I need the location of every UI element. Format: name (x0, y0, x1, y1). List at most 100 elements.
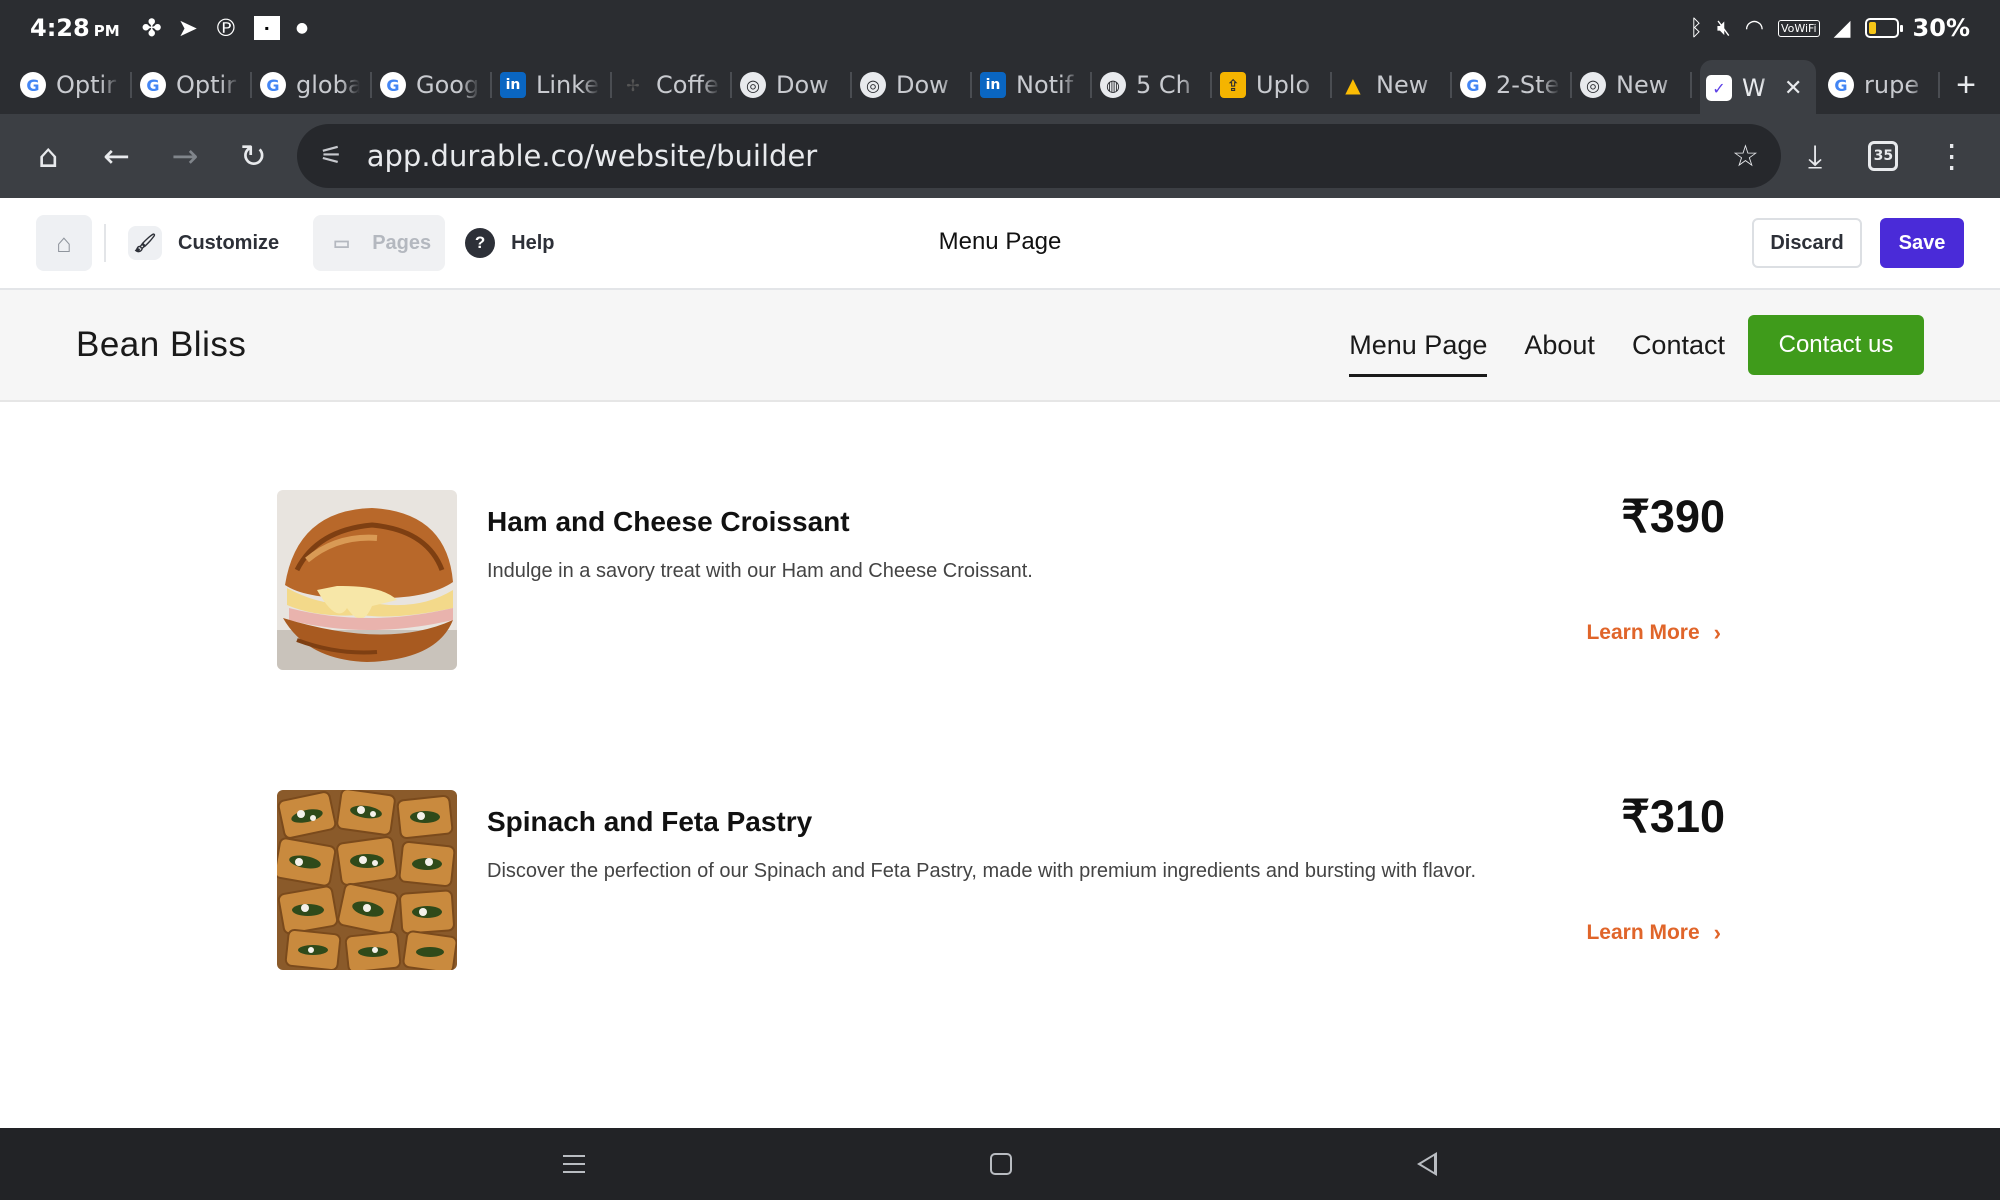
bluetooth-icon: ᛒ (1689, 15, 1703, 41)
site-settings-icon[interactable]: ⚟ (319, 141, 342, 171)
tab-switcher-button[interactable]: 35 (1849, 120, 1917, 192)
help-icon: ? (465, 228, 496, 258)
browser-tab[interactable]: ⇪ Uplo (1214, 60, 1334, 110)
menu-item-description: Indulge in a savory treat with our Ham a… (487, 560, 1033, 582)
tab-title: Notif (1016, 71, 1074, 99)
browser-tab[interactable]: ✢ Coffe (614, 60, 734, 110)
tab-title: Dow (896, 71, 949, 99)
linkedin-icon: in (980, 72, 1006, 98)
browser-tab[interactable]: ◎ New (1574, 60, 1694, 110)
recent-apps-icon[interactable] (562, 1155, 585, 1173)
browser-tab[interactable]: G Optir (14, 60, 134, 110)
customize-label: Customize (178, 231, 280, 254)
google-icon: G (260, 72, 286, 98)
site-nav: Menu Page About Contact (1349, 320, 1725, 377)
nav-link-menu-page[interactable]: Menu Page (1349, 320, 1488, 377)
back-button[interactable]: ← (82, 120, 150, 192)
nav-link-contact[interactable]: Contact (1632, 320, 1725, 371)
menu-item-description: Discover the perfection of our Spinach a… (487, 860, 1477, 882)
browser-tab[interactable]: ◍ 5 Ch (1094, 60, 1214, 110)
browser-tab[interactable]: G Goog (374, 60, 494, 110)
menu-item: Spinach and Feta Pastry Discover the per… (277, 790, 1725, 970)
help-button[interactable]: ? Help (465, 215, 568, 271)
pinterest-icon: ℗ (213, 14, 238, 42)
page-title: Menu Page (938, 228, 1062, 255)
builder-home-button[interactable]: ⌂ (36, 215, 92, 271)
google-icon: G (380, 72, 406, 98)
browser-tab[interactable]: Grupe (1822, 60, 1942, 110)
menu-item-name: Spinach and Feta Pastry (487, 806, 813, 837)
home-button[interactable]: ⌂ (14, 120, 82, 192)
telegram-icon: ➤ (177, 14, 198, 42)
address-bar[interactable]: ⚟ app.durable.co/website/builder ☆ (297, 124, 1781, 188)
home-icon: ⌂ (38, 137, 59, 175)
browser-tab[interactable]: Ggloba (254, 60, 374, 110)
overflow-menu-button[interactable]: ⋮ (1918, 120, 1986, 192)
chevron-right-icon: › (1713, 920, 1721, 945)
status-time: 4:28 PM (30, 14, 120, 42)
download-button[interactable]: ⤓ (1781, 120, 1849, 192)
menu-item-price: ₹310 (1621, 791, 1725, 842)
mute-icon: 🔇︎ (1716, 15, 1731, 41)
system-home-icon[interactable] (989, 1153, 1012, 1175)
app-notification-icon: ▪ (253, 16, 280, 40)
tab-title: Coffe (656, 71, 719, 99)
customize-button[interactable]: 🖌︎ Customize (128, 215, 293, 271)
more-notifications-dot: ● (295, 20, 309, 36)
chrome-icon: ◎ (740, 72, 766, 98)
close-tab-icon[interactable]: ✕ (1784, 76, 1802, 101)
browser-tab[interactable]: in Notif (974, 60, 1094, 110)
tab-title: Dow (776, 71, 829, 99)
coffee-icon: ✢ (626, 75, 640, 95)
menu-item-price: ₹390 (1621, 491, 1725, 542)
browser-tab[interactable]: ◎ Dow (854, 60, 974, 110)
wifi-icon: ◠ (1744, 15, 1764, 41)
tab-title: globa (296, 71, 360, 99)
nav-link-about[interactable]: About (1524, 320, 1595, 371)
learn-more-link[interactable]: Learn More › (1586, 920, 1721, 946)
forward-button[interactable]: → (151, 120, 219, 192)
pages-button[interactable]: ▭ Pages (313, 215, 446, 271)
builder-bar: ⌂ 🖌︎ Customize ▭ Pages ? Help Menu Page … (0, 198, 2000, 290)
tab-strip: G Optir G Optir Ggloba G Goog in Linke ✢ Coffe ◎ Dow… (0, 56, 2000, 116)
chrome-icon: ◎ (860, 72, 886, 98)
learn-more-link[interactable]: Learn More › (1586, 620, 1721, 646)
learn-more-label: Learn More (1586, 621, 1700, 644)
browser-tab[interactable]: G 2-Ste (1454, 60, 1574, 110)
discard-button[interactable]: Discard (1752, 218, 1862, 268)
system-back-icon[interactable] (1417, 1152, 1438, 1176)
more-vert-icon: ⋮ (1935, 137, 1968, 175)
site-brand[interactable]: Bean Bliss (76, 325, 246, 365)
tab-title: 2-Ste (1496, 71, 1560, 99)
tab-title: Goog (416, 71, 480, 99)
status-bar: 4:28 PM ✤ ➤ ℗ ▪ ● ᛒ 🔇︎ ◠ VoWiFi ◢ 30% (0, 0, 2000, 56)
browser-tab[interactable]: G Optir (134, 60, 254, 110)
forward-arrow-icon: → (171, 137, 199, 175)
chrome-icon: ◎ (1580, 72, 1606, 98)
new-tab-button[interactable]: + (1956, 66, 1976, 105)
divider (104, 224, 106, 262)
reload-button[interactable]: ↻ (219, 120, 287, 192)
site-header: Bean Bliss Menu Page About Contact Conta… (0, 290, 2000, 402)
contact-us-button[interactable]: Contact us (1748, 315, 1924, 375)
url-text[interactable]: app.durable.co/website/builder (367, 139, 1732, 173)
browser-tab[interactable]: ▲ New (1334, 60, 1454, 110)
tab-title: New (1376, 71, 1429, 99)
durable-icon: ✓ (1706, 75, 1732, 101)
pages-label: Pages (372, 231, 432, 254)
croissant-photo (277, 490, 457, 670)
help-label: Help (511, 231, 555, 254)
pages-icon: ▭ (333, 232, 351, 253)
fan-icon: ✤ (141, 14, 162, 42)
tab-title: W (1742, 74, 1766, 102)
browser-tab[interactable]: ✓ W ✕ (1700, 60, 1816, 116)
browser-tab[interactable]: in Linke (494, 60, 614, 110)
battery-level (1868, 22, 1877, 34)
bookmark-star-icon[interactable]: ☆ (1732, 139, 1759, 174)
browser-tab[interactable]: ◎ Dow (734, 60, 854, 110)
system-navigation-bar (0, 1128, 2000, 1200)
back-arrow-icon: ← (103, 137, 130, 175)
save-button[interactable]: Save (1880, 218, 1964, 268)
tab-title: 5 Ch (1136, 71, 1191, 99)
system-status-icons: ᛒ 🔇︎ ◠ VoWiFi ◢ 30% (1690, 14, 1970, 42)
